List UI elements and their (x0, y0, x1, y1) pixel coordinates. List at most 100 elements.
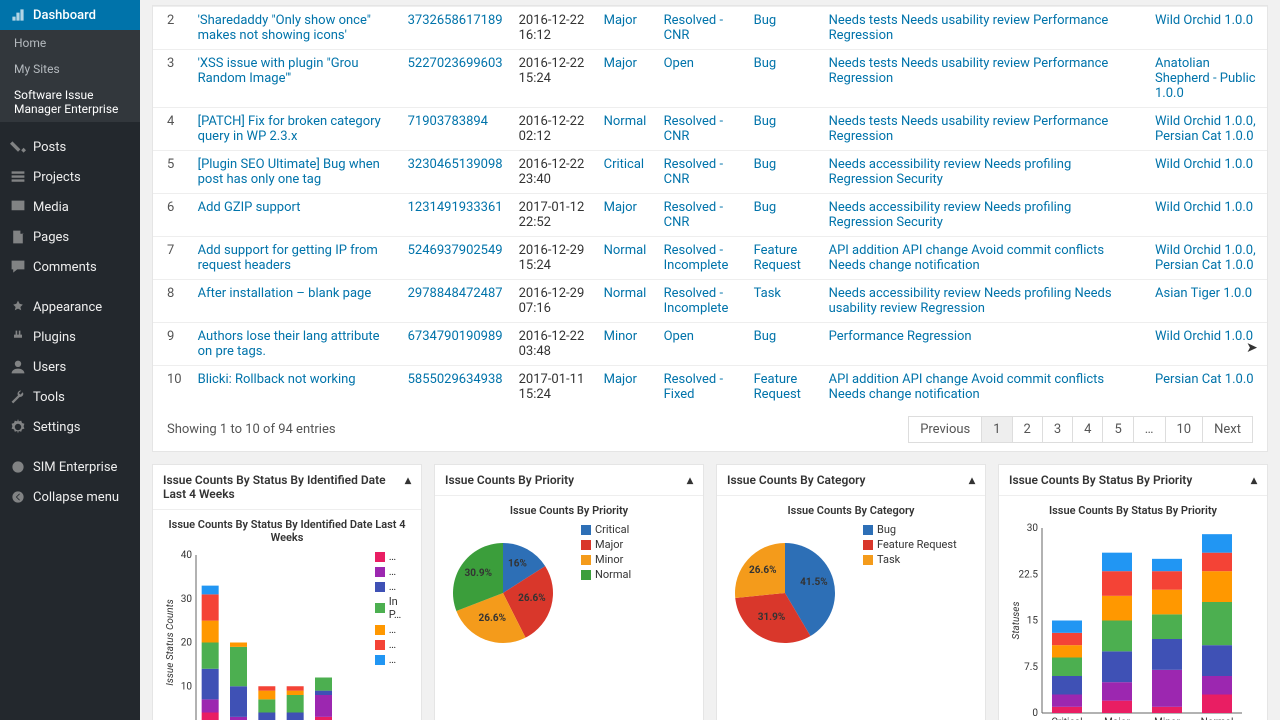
version-link[interactable]: Persian Cat 1.0.0 (1155, 372, 1254, 387)
collapse-icon[interactable]: ▴ (1251, 473, 1257, 487)
status-link[interactable]: Resolved - Incomplete (664, 243, 729, 273)
category-link[interactable]: Feature Request (754, 372, 801, 402)
status-link[interactable]: Resolved - CNR (664, 157, 723, 187)
bar-segment[interactable] (202, 643, 219, 669)
bar-segment[interactable] (1052, 633, 1082, 645)
widget-header[interactable]: Issue Counts By Status By Priority▴ (999, 465, 1267, 496)
bar-segment[interactable] (287, 695, 304, 713)
bar-segment[interactable] (1102, 651, 1132, 682)
issue-id-link[interactable]: 5246937902549 (408, 243, 503, 258)
issue-id-link[interactable]: 5855029634938 (408, 372, 503, 387)
category-link[interactable]: Bug (754, 157, 777, 172)
bar-segment[interactable] (1052, 645, 1082, 657)
page-2[interactable]: 2 (1012, 416, 1043, 443)
issue-id-link[interactable]: 6734790190989 (408, 329, 503, 344)
issue-title-link[interactable]: Blicki: Rollback not working (198, 372, 356, 387)
tags-link[interactable]: API addition API change Avoid commit con… (829, 372, 1105, 402)
bar-segment[interactable] (1202, 553, 1232, 572)
version-link[interactable]: Asian Tiger 1.0.0 (1155, 286, 1252, 301)
widget-header[interactable]: Issue Counts By Priority▴ (435, 465, 703, 496)
issue-id-link[interactable]: 3732658617189 (408, 13, 503, 28)
version-link[interactable]: Wild Orchid 1.0.0 (1155, 329, 1253, 344)
sidebar-item-settings[interactable]: Settings (0, 412, 140, 442)
bar-segment[interactable] (1102, 701, 1132, 713)
status-link[interactable]: Resolved - CNR (664, 13, 723, 43)
issue-id-link[interactable]: 2978848472487 (408, 286, 503, 301)
bar-segment[interactable] (1052, 676, 1082, 695)
priority-link[interactable]: Minor (604, 329, 638, 344)
status-link[interactable]: Open (664, 56, 694, 71)
bar-segment[interactable] (315, 678, 332, 691)
bar-segment[interactable] (202, 699, 219, 712)
bar-segment[interactable] (1102, 596, 1132, 621)
bar-segment[interactable] (1202, 571, 1232, 602)
sidebar-home[interactable]: Home (0, 30, 140, 56)
issue-id-link[interactable]: 5227023699603 (408, 56, 503, 71)
status-link[interactable]: Resolved - CNR (664, 200, 723, 230)
issue-title-link[interactable]: [Plugin SEO Ultimate] Bug when post has … (198, 157, 380, 187)
bar-segment[interactable] (258, 691, 275, 700)
issue-id-link[interactable]: 1231491933361 (408, 200, 503, 215)
category-link[interactable]: Bug (754, 329, 777, 344)
priority-link[interactable]: Critical (604, 157, 644, 172)
bar-segment[interactable] (1202, 695, 1232, 714)
sidebar-item-posts[interactable]: Posts (0, 132, 140, 162)
tags-link[interactable]: Needs accessibility review Needs profili… (829, 157, 1072, 187)
category-link[interactable]: Feature Request (754, 243, 801, 273)
bar-segment[interactable] (258, 699, 275, 712)
collapse-icon[interactable]: ▴ (687, 473, 693, 487)
bar-segment[interactable] (1152, 590, 1182, 615)
bar-segment[interactable] (315, 695, 332, 717)
bar-segment[interactable] (287, 691, 304, 695)
priority-link[interactable]: Major (604, 372, 637, 387)
bar-segment[interactable] (230, 643, 247, 647)
bar-segment[interactable] (287, 713, 304, 720)
bar-segment[interactable] (1152, 614, 1182, 639)
page-3[interactable]: 3 (1042, 416, 1073, 443)
priority-link[interactable]: Major (604, 56, 637, 71)
sidebar-item-media[interactable]: Media (0, 192, 140, 222)
widget-header[interactable]: Issue Counts By Category▴ (717, 465, 985, 496)
bar-segment[interactable] (1202, 676, 1232, 695)
version-link[interactable]: Wild Orchid 1.0.0 (1155, 157, 1253, 172)
bar-segment[interactable] (202, 713, 219, 720)
category-link[interactable]: Bug (754, 200, 777, 215)
priority-link[interactable]: Major (604, 200, 637, 215)
page-previous[interactable]: Previous (908, 416, 982, 443)
sidebar-item-sim-enterprise[interactable]: SIM Enterprise (0, 452, 140, 482)
bar-segment[interactable] (1052, 658, 1082, 677)
version-link[interactable]: Anatolian Shepherd - Public 1.0.0 (1155, 56, 1256, 101)
page-next[interactable]: Next (1202, 416, 1253, 443)
bar-segment[interactable] (1052, 707, 1082, 713)
sidebar-mysites[interactable]: My Sites (0, 56, 140, 82)
page-10[interactable]: 10 (1165, 416, 1204, 443)
status-link[interactable]: Resolved - Incomplete (664, 286, 729, 316)
bar-segment[interactable] (1202, 534, 1232, 553)
bar-segment[interactable] (1152, 571, 1182, 590)
issue-title-link[interactable]: [PATCH] Fix for broken category query in… (198, 114, 381, 144)
status-link[interactable]: Resolved - CNR (664, 114, 723, 144)
bar-segment[interactable] (202, 669, 219, 700)
sidebar-dashboard[interactable]: Dashboard (0, 0, 140, 30)
tags-link[interactable]: Needs tests Needs usability review Perfo… (829, 114, 1109, 144)
bar-segment[interactable] (1102, 621, 1132, 652)
status-link[interactable]: Resolved - Fixed (664, 372, 723, 402)
sidebar-item-tools[interactable]: Tools (0, 382, 140, 412)
category-link[interactable]: Task (754, 286, 781, 301)
bar-segment[interactable] (1052, 695, 1082, 707)
bar-segment[interactable] (1102, 682, 1132, 701)
version-link[interactable]: Wild Orchid 1.0.0 (1155, 200, 1253, 215)
issue-title-link[interactable]: 'XSS issue with plugin "Grou Random Imag… (198, 56, 359, 86)
bar-segment[interactable] (315, 691, 332, 695)
bar-segment[interactable] (1152, 670, 1182, 707)
issue-title-link[interactable]: Authors lose their lang attribute on pre… (198, 329, 380, 359)
tags-link[interactable]: Needs accessibility review Needs profili… (829, 286, 1112, 316)
category-link[interactable]: Bug (754, 56, 777, 71)
tags-link[interactable]: Needs tests Needs usability review Perfo… (829, 13, 1109, 43)
page-…[interactable]: … (1133, 416, 1166, 443)
bar-segment[interactable] (258, 713, 275, 720)
tags-link[interactable]: Needs tests Needs usability review Perfo… (829, 56, 1109, 86)
bar-segment[interactable] (202, 594, 219, 620)
version-link[interactable]: Wild Orchid 1.0.0 (1155, 13, 1253, 28)
sidebar-item-projects[interactable]: Projects (0, 162, 140, 192)
